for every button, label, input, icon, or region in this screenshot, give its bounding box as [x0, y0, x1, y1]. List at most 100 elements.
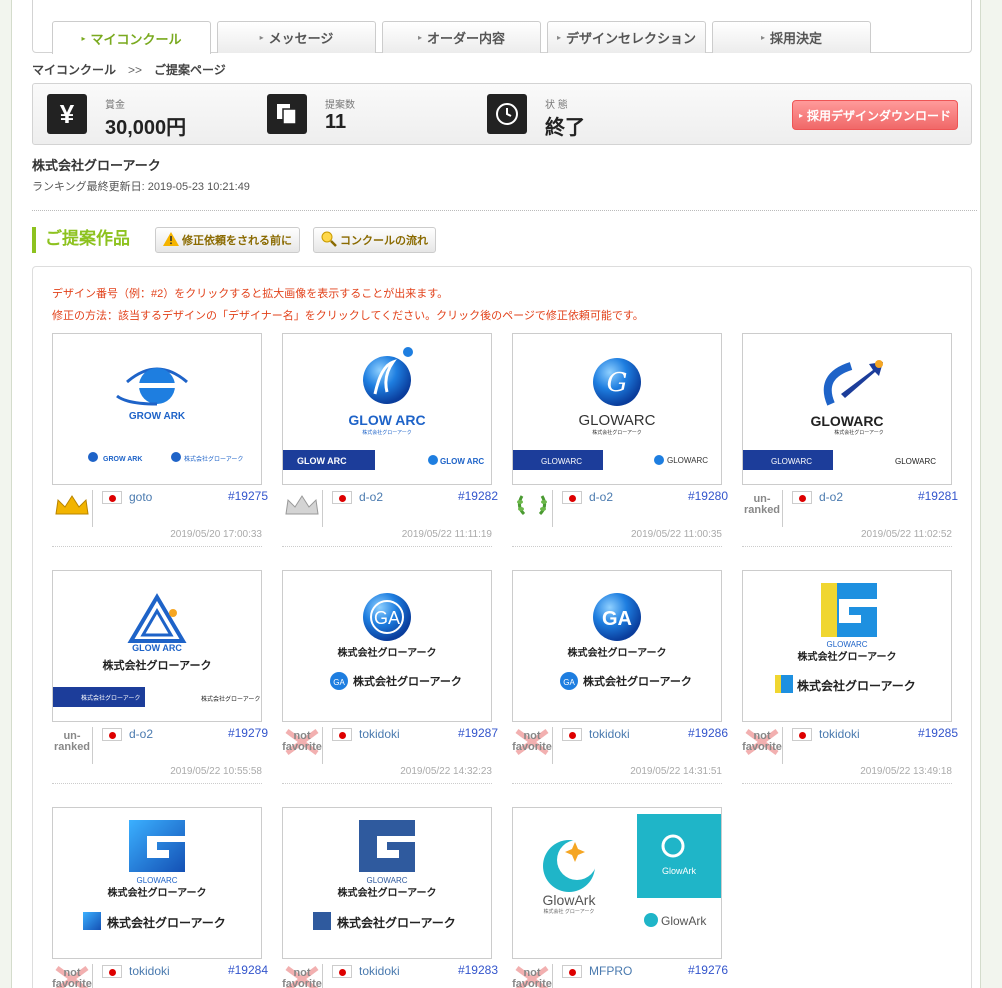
before-revision-button[interactable]: 修正依頼をされる前に: [155, 227, 300, 253]
designer-name[interactable]: tokidoki: [589, 727, 630, 741]
design-card: GLOW ARC 株式会社グローアーク GLOW ARC GLOW ARC d-…: [282, 333, 502, 547]
divider: [782, 490, 783, 527]
svg-text:株式会社グローアーク: 株式会社グローアーク: [798, 650, 897, 663]
design-number[interactable]: #19282: [458, 489, 498, 503]
svg-text:株式会社グローアーク: 株式会社グローアーク: [338, 646, 437, 659]
stat-count-label: 提案数: [325, 100, 355, 111]
svg-text:GA: GA: [333, 678, 345, 687]
designer-name[interactable]: tokidoki: [359, 727, 400, 741]
design-date: 2019/05/22 11:00:35: [630, 529, 722, 540]
design-card: GLOW ARC 株式会社グローアーク 株式会社グローアーク 株式会社グローアー…: [52, 570, 272, 784]
designer-name[interactable]: goto: [129, 490, 152, 504]
design-number[interactable]: #19279: [228, 726, 268, 740]
divider: [552, 727, 553, 764]
tab-order[interactable]: ▸ オーダー内容: [382, 21, 541, 53]
warning-icon: [163, 231, 179, 249]
design-number[interactable]: #19287: [458, 726, 498, 740]
design-thumbnail[interactable]: GROW ARK GROW ARK 株式会社グローアーク: [52, 333, 262, 485]
tab-label: マイコンクール: [90, 31, 182, 47]
divider: [742, 783, 952, 784]
design-number[interactable]: #19284: [228, 963, 268, 977]
svg-text:GA: GA: [602, 608, 632, 630]
svg-text:G: G: [607, 368, 628, 398]
design-number[interactable]: #19280: [688, 489, 728, 503]
design-thumbnail[interactable]: GA 株式会社グローアーク GA 株式会社グローアーク: [282, 570, 492, 722]
svg-text:株式会社グローアーク: 株式会社グローアーク: [362, 429, 412, 436]
design-thumbnail[interactable]: GlowArk 株式会社 グローアーク GlowArk GlowArk: [512, 807, 722, 959]
tab-label: デザインセレクション: [566, 31, 697, 46]
contest-flow-label: コンクールの流れ: [340, 235, 428, 247]
download-button-label: 採用デザインダウンロード: [807, 108, 952, 123]
contest-stats: ¥ 賞金 30,000円 提案数 11 状 態 終了 ▸ 採用デザインダウンロード: [32, 83, 972, 145]
designer-name[interactable]: MFPRO: [589, 964, 632, 978]
divider: [552, 964, 553, 988]
designer-name[interactable]: d-o2: [129, 727, 153, 741]
design-number[interactable]: #19286: [688, 726, 728, 740]
ranking-updated: ランキング最終更新日: 2019-05-23 10:21:49: [32, 181, 250, 193]
laurel-icon: [512, 490, 552, 520]
designer-name[interactable]: tokidoki: [819, 727, 860, 741]
japan-flag-icon: [792, 491, 812, 504]
svg-text:株式会社グローアーク: 株式会社グローアーク: [353, 674, 462, 688]
design-thumbnail[interactable]: GA 株式会社グローアーク GA 株式会社グローアーク: [512, 570, 722, 722]
clock-icon: [487, 94, 527, 134]
svg-text:GlowArk: GlowArk: [662, 866, 697, 876]
breadcrumb-home[interactable]: マイコンクール: [32, 63, 116, 77]
unranked-text: ranked: [53, 741, 91, 753]
designer-name[interactable]: tokidoki: [359, 964, 400, 978]
design-thumbnail[interactable]: GLOWARC 株式会社グローアーク 株式会社グローアーク: [52, 807, 262, 959]
designer-name[interactable]: d-o2: [589, 490, 613, 504]
designer-name[interactable]: d-o2: [819, 490, 843, 504]
left-rail: [0, 0, 12, 988]
svg-text:GLOWARC: GLOWARC: [667, 456, 708, 465]
tab-messages[interactable]: ▸ メッセージ: [217, 21, 376, 53]
svg-text:GLOWARC: GLOWARC: [895, 457, 936, 466]
gold-crown-icon: [52, 490, 92, 520]
tab-label: メッセージ: [268, 31, 334, 46]
design-date: 2019/05/20 17:00:33: [170, 529, 262, 540]
svg-text:GLOWARC: GLOWARC: [366, 876, 407, 885]
svg-text:GLOWARC: GLOWARC: [541, 457, 582, 466]
svg-text:GLOWARC: GLOWARC: [579, 412, 656, 429]
download-design-button[interactable]: ▸ 採用デザインダウンロード: [792, 100, 958, 130]
tabs: ▸ マイコンクール ▸ メッセージ ▸ オーダー内容 ▸ デザインセレクション ▸ 採用決…: [52, 21, 871, 54]
designer-name[interactable]: tokidoki: [129, 964, 170, 978]
divider: [512, 783, 722, 784]
design-number[interactable]: #19276: [688, 963, 728, 977]
stat-status-label: 状 態: [545, 100, 568, 111]
design-card: GLOWARC 株式会社グローアーク 株式会社グローアーク not favorit…: [742, 570, 962, 784]
svg-text:株式会社グローアーク: 株式会社グローアーク: [103, 658, 212, 672]
svg-text:GLOWARC: GLOWARC: [810, 413, 883, 429]
svg-text:株式会社グローアーク: 株式会社グローアーク: [107, 915, 226, 930]
silver-crown-icon: [282, 490, 322, 520]
japan-flag-icon: [102, 728, 122, 741]
design-thumbnail[interactable]: G GLOWARC 株式会社グローアーク GLOWARC GLOWARC: [512, 333, 722, 485]
contest-flow-button[interactable]: コンクールの流れ: [313, 227, 436, 253]
svg-text:GLOW ARC: GLOW ARC: [348, 412, 425, 428]
svg-text:株式会社グローアーク: 株式会社グローアーク: [834, 429, 884, 436]
svg-text:GLOWARC: GLOWARC: [771, 457, 812, 466]
not-favorite-text: favorite: [512, 741, 552, 753]
japan-flag-icon: [102, 965, 122, 978]
arrow-right-icon: ▸: [417, 33, 422, 42]
designer-name[interactable]: d-o2: [359, 490, 383, 504]
design-thumbnail[interactable]: GLOW ARC 株式会社グローアーク GLOW ARC GLOW ARC: [282, 333, 492, 485]
design-thumbnail[interactable]: GLOWARC 株式会社グローアーク 株式会社グローアーク: [282, 807, 492, 959]
design-number[interactable]: #19281: [918, 489, 958, 503]
japan-flag-icon: [792, 728, 812, 741]
design-number[interactable]: #19285: [918, 726, 958, 740]
instruction-note: 修正の方法：該当するデザインの「デザイナー名」をクリックしてください。クリック後…: [52, 310, 644, 322]
design-thumbnail[interactable]: GLOWARC 株式会社グローアーク 株式会社グローアーク: [742, 570, 952, 722]
svg-text:GA: GA: [563, 678, 575, 687]
tab-design-selection[interactable]: ▸ デザインセレクション: [547, 21, 706, 53]
divider: [552, 490, 553, 527]
tab-adoption[interactable]: ▸ 採用決定: [712, 21, 871, 53]
svg-text:株式会社グローアーク: 株式会社グローアーク: [583, 674, 692, 688]
tab-my-contest[interactable]: ▸ マイコンクール: [52, 21, 211, 54]
design-number[interactable]: #19275: [228, 489, 268, 503]
svg-text:株式会社グローアーク: 株式会社グローアーク: [201, 695, 260, 703]
design-number[interactable]: #19283: [458, 963, 498, 977]
design-thumbnail[interactable]: GLOWARC 株式会社グローアーク GLOWARC GLOWARC: [742, 333, 952, 485]
unranked-text: ranked: [743, 504, 781, 516]
design-thumbnail[interactable]: GLOW ARC 株式会社グローアーク 株式会社グローアーク 株式会社グローアー…: [52, 570, 262, 722]
